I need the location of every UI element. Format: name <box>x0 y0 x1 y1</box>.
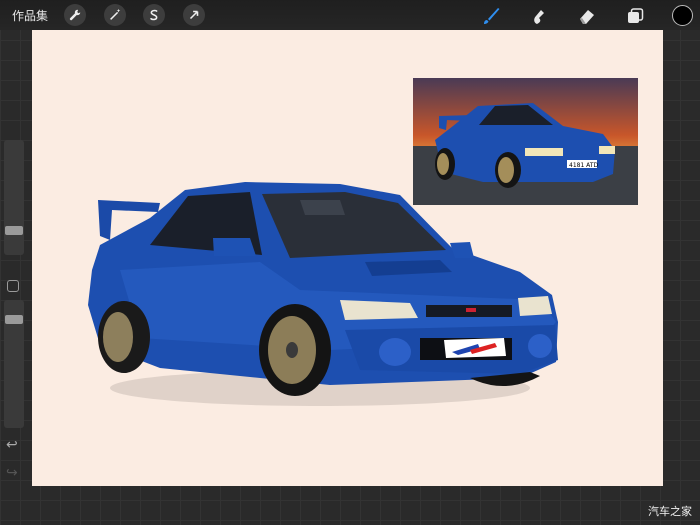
arrow-cursor-icon[interactable] <box>183 4 205 26</box>
layers-icon[interactable] <box>624 5 646 27</box>
opacity-thumb[interactable] <box>5 315 23 324</box>
headlight-right <box>518 296 552 316</box>
magic-wand-icon[interactable] <box>104 4 126 26</box>
square-icon[interactable] <box>7 280 19 292</box>
left-sidebar: ↩ ↪ <box>0 130 30 490</box>
brush-icon[interactable] <box>480 5 502 27</box>
watermark: 汽车之家 <box>648 505 692 518</box>
gallery-button[interactable]: 作品集 <box>12 7 48 24</box>
fog-light-left <box>379 338 411 366</box>
wrench-icon[interactable] <box>64 4 86 26</box>
reference-photo: 4181 ATD <box>413 78 638 205</box>
reference-plate-text: 4181 ATD <box>569 162 598 169</box>
headlight-left <box>340 300 418 320</box>
top-toolbar: 作品集 <box>0 0 700 30</box>
eraser-icon[interactable] <box>576 5 598 27</box>
redo-arrow-icon[interactable]: ↪ <box>6 466 22 480</box>
drawing-canvas[interactable]: 4181 ATD <box>32 30 663 486</box>
brush-size-thumb[interactable] <box>5 226 23 235</box>
opacity-slider[interactable] <box>4 300 24 428</box>
fog-light-right <box>528 334 552 358</box>
color-swatch[interactable] <box>672 5 693 26</box>
smudge-icon[interactable] <box>528 5 550 27</box>
undo-arrow-icon[interactable]: ↩ <box>6 438 22 452</box>
brush-size-slider[interactable] <box>4 140 24 255</box>
selection-s-icon[interactable] <box>143 4 165 26</box>
side-mirror <box>213 238 256 256</box>
